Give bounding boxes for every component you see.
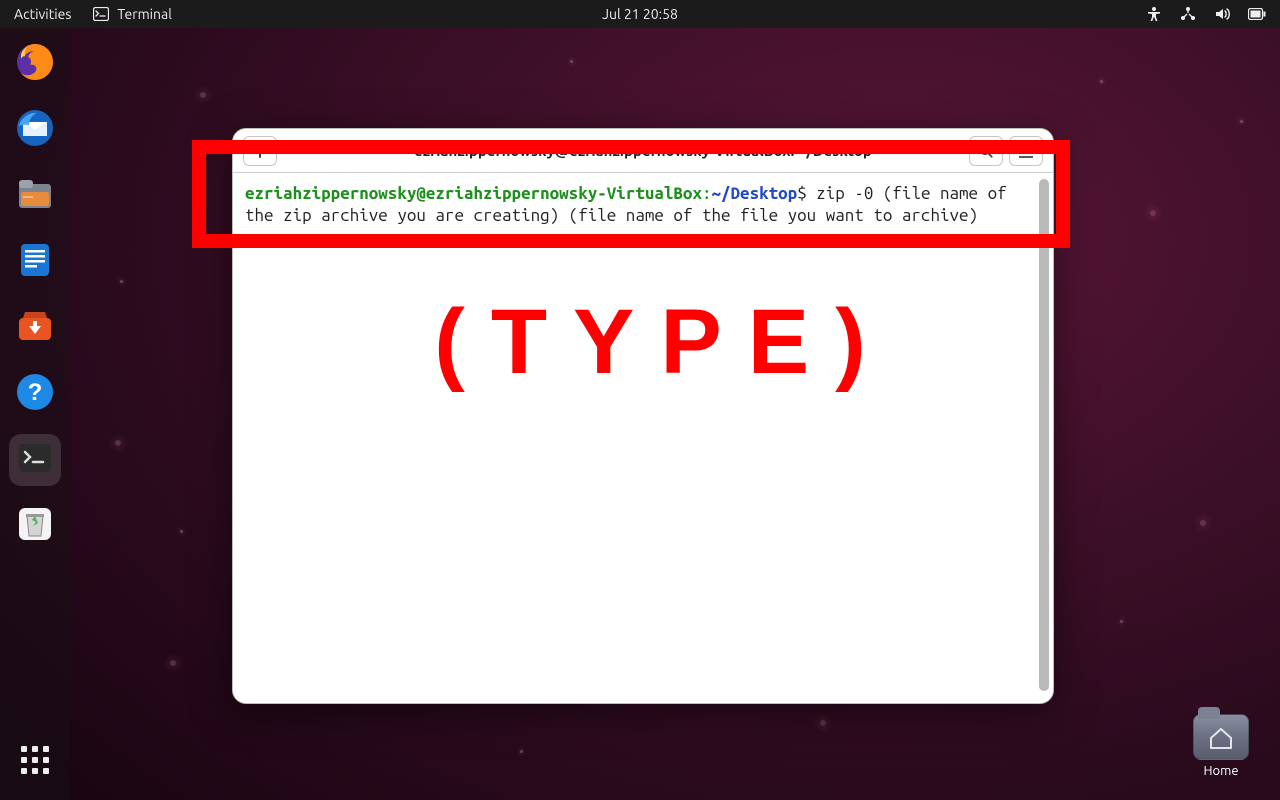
terminal-window-icon <box>93 7 109 21</box>
top-bar: Activities Terminal Jul 21 20:58 <box>0 0 1280 28</box>
help-icon: ? <box>13 370 57 418</box>
trash-icon <box>13 502 57 550</box>
clock[interactable]: Jul 21 20:58 <box>602 6 678 22</box>
files-icon <box>13 172 57 220</box>
dock-thunderbird[interactable] <box>9 104 61 156</box>
firefox-icon <box>13 40 57 88</box>
thunderbird-icon <box>13 106 57 154</box>
window-title: ezriahzippernowsky@ezriahzippernowsky-Vi… <box>414 142 872 159</box>
activities-button[interactable]: Activities <box>14 6 71 22</box>
dock-software[interactable] <box>9 302 61 354</box>
desktop-home-icon[interactable]: Home <box>1184 714 1258 778</box>
terminal-scrollbar[interactable] <box>1039 179 1049 691</box>
search-button[interactable] <box>969 136 1003 166</box>
dock-firefox[interactable] <box>9 38 61 90</box>
terminal-window: ezriahzippernowsky@ezriahzippernowsky-Vi… <box>232 128 1054 704</box>
desktop-home-label: Home <box>1203 764 1238 778</box>
prompt-user: ezriahzippernowsky@ezriahzippernowsky-Vi… <box>245 184 702 203</box>
show-applications-button[interactable] <box>9 734 61 786</box>
terminal-titlebar[interactable]: ezriahzippernowsky@ezriahzippernowsky-Vi… <box>233 129 1053 173</box>
battery-icon[interactable] <box>1248 8 1266 20</box>
hamburger-icon <box>1019 139 1033 162</box>
prompt-separator: : <box>702 184 712 203</box>
prompt-path: ~/Desktop <box>712 184 798 203</box>
hamburger-menu-button[interactable] <box>1009 136 1043 166</box>
writer-icon <box>13 238 57 286</box>
network-icon[interactable] <box>1180 6 1196 22</box>
volume-icon[interactable] <box>1214 6 1230 22</box>
terminal-icon <box>13 436 57 484</box>
apps-grid-icon <box>21 746 49 774</box>
folder-icon <box>1193 714 1249 760</box>
search-icon <box>979 139 993 162</box>
new-tab-button[interactable] <box>243 136 277 166</box>
plus-icon <box>253 139 267 162</box>
accessibility-icon[interactable] <box>1146 6 1162 22</box>
terminal-body[interactable]: ezriahzippernowsky@ezriahzippernowsky-Vi… <box>233 173 1053 703</box>
prompt-dollar: $ <box>797 184 807 203</box>
scrollbar-thumb[interactable] <box>1039 179 1049 691</box>
software-icon <box>13 304 57 352</box>
app-menu-label: Terminal <box>117 6 172 22</box>
dock-help[interactable]: ? <box>9 368 61 420</box>
dock-terminal[interactable] <box>9 434 61 486</box>
app-menu[interactable]: Terminal <box>93 6 172 22</box>
svg-text:?: ? <box>28 379 43 406</box>
dock: ? <box>0 28 70 800</box>
dock-writer[interactable] <box>9 236 61 288</box>
dock-files[interactable] <box>9 170 61 222</box>
dock-trash[interactable] <box>9 500 61 552</box>
